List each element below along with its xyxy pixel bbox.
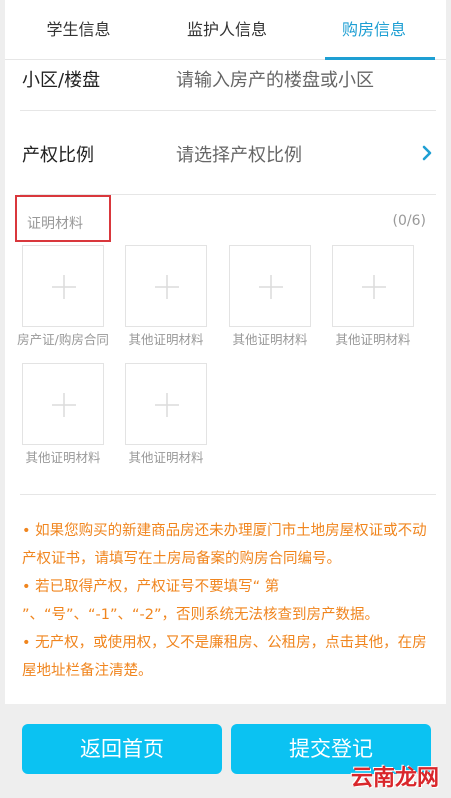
tab-bar: 学生信息 监护人信息 购房信息: [5, 0, 446, 60]
upload-caption: 其他证明材料: [25, 450, 101, 465]
plus-icon: [362, 275, 386, 299]
plus-icon: [52, 393, 76, 417]
page: 学生信息 监护人信息 购房信息 小区/楼盘 请输入房产的楼盘或小区 产权比例 请…: [0, 0, 451, 798]
community-label: 小区/楼盘: [22, 70, 101, 91]
upload-caption: 房产证/购房合同: [17, 332, 109, 347]
note-item: • 若已取得产权，产权证号不要填写“ 第 ”、“号”、“-1”、“-2”，否则系…: [22, 579, 379, 623]
upload-tile-other[interactable]: [229, 245, 311, 327]
plus-icon: [259, 275, 283, 299]
back-home-button[interactable]: 返回首页: [22, 724, 222, 774]
tab-student-info[interactable]: 学生信息: [5, 0, 152, 60]
plus-icon: [52, 275, 76, 299]
tab-guardian-info[interactable]: 监护人信息: [152, 0, 302, 60]
upload-tile-house-cert[interactable]: [22, 245, 104, 327]
materials-title: 证明材料: [27, 216, 83, 232]
tab-house-info[interactable]: 购房信息: [302, 0, 446, 60]
upload-caption: 其他证明材料: [128, 332, 204, 347]
upload-tile-other[interactable]: [332, 245, 414, 327]
plus-icon: [155, 275, 179, 299]
ownership-select[interactable]: 请选择产权比例: [176, 141, 302, 167]
ownership-row[interactable]: 产权比例 请选择产权比例: [20, 111, 436, 195]
upload-caption: 其他证明材料: [128, 450, 204, 465]
note-item: • 如果您购买的新建商品房还未办理厦门市土地房屋权证或不动产权证书，请填写在土房…: [22, 523, 427, 567]
ownership-label: 产权比例: [22, 145, 94, 166]
upload-caption: 其他证明材料: [232, 332, 308, 347]
chevron-right-icon[interactable]: [420, 145, 434, 161]
upload-tile-other[interactable]: [125, 245, 207, 327]
watermark-logo: 云南龙网: [350, 766, 439, 791]
notes-list: • 如果您购买的新建商品房还未办理厦门市土地房屋权证或不动产权证书，请填写在土房…: [22, 517, 437, 685]
upload-caption: 其他证明材料: [335, 332, 411, 347]
community-row[interactable]: 小区/楼盘 请输入房产的楼盘或小区: [20, 60, 436, 111]
community-input[interactable]: 请输入房产的楼盘或小区: [176, 66, 374, 92]
form-card: 学生信息 监护人信息 购房信息 小区/楼盘 请输入房产的楼盘或小区 产权比例 请…: [5, 0, 446, 704]
divider: [20, 494, 436, 495]
plus-icon: [155, 393, 179, 417]
upload-tile-other[interactable]: [125, 363, 207, 445]
note-item: • 无产权，或使用权，又不是廉租房、公租房，点击其他，在房屋地址栏备注清楚。: [22, 635, 427, 679]
materials-count: (0/6): [392, 213, 426, 229]
upload-tile-other[interactable]: [22, 363, 104, 445]
